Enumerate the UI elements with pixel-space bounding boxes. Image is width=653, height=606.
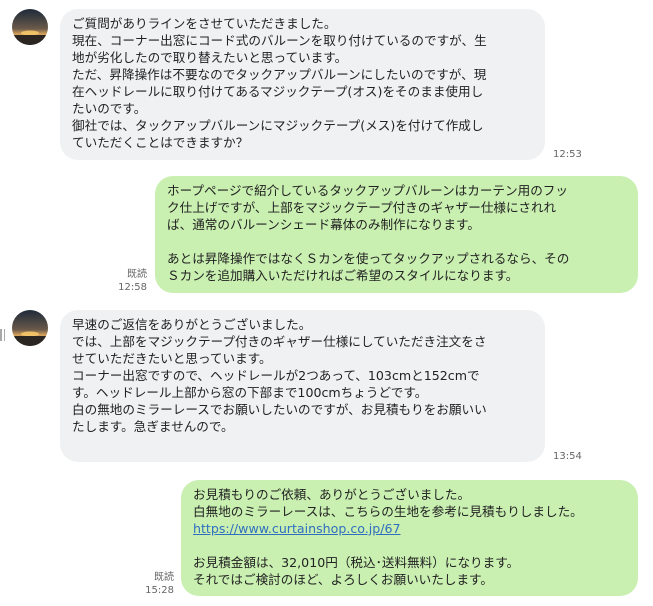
message-bubble[interactable]: 早速のご返信をありがとうございました。 では、上部をマジックテープ付きのギャザー…	[60, 310, 545, 462]
message-line: ご質問がありラインをさせていただきました。	[72, 16, 337, 31]
sender-avatar[interactable]	[12, 9, 48, 45]
message-line: たします。急ぎませんので。	[72, 419, 234, 434]
message-line	[167, 233, 626, 250]
message-line: す。ヘッドレール上部から窓の下部まで100cmちょうどです。	[72, 385, 428, 400]
message-line: お見積もりのご依頼、ありがとうございました。	[193, 487, 471, 502]
message-line: ク仕上げですが、上部をマジックテープ付きのギャザー仕様にされれ	[167, 200, 557, 215]
message-line: ば、通常のバルーンシェード幕体のみ制作になります。	[167, 217, 480, 232]
message-line: 白無地のミラーレースは、こちらの生地を参考に見積もりしました。	[193, 504, 583, 519]
message-line: 地が劣化したので取り替えたいと思っています。	[72, 50, 348, 65]
sunset-avatar-image	[12, 310, 48, 346]
read-receipt: 既読	[154, 572, 174, 583]
read-receipt: 既読	[127, 269, 147, 280]
message-line	[193, 537, 626, 554]
message-line: ただ、昇降操作は不要なのでタックアップバルーンにしたいのですが、現	[72, 67, 487, 82]
message-bubble[interactable]: ホープページで紹介しているタックアップバルーンはカーテン用のフッ ク仕上げですが…	[155, 176, 638, 293]
message-timestamp: 13:54	[553, 451, 582, 462]
sunset-avatar-image	[12, 9, 48, 45]
message-line: Ｓカンを追加購入いただければご希望のスタイルになります。	[167, 268, 519, 283]
sender-avatar[interactable]	[12, 310, 48, 346]
message-timestamp: 12:53	[553, 149, 582, 160]
message-line: それではご検討のほど、よろしくお願いいたします。	[193, 572, 493, 587]
message-line: せていただきたいと思っています。	[72, 351, 272, 366]
message-bubble[interactable]: ご質問がありラインをさせていただきました。 現在、コーナー出窓にコード式のバルー…	[60, 9, 545, 160]
shop-link[interactable]: https://www.curtainshop.co.jp/67	[193, 521, 401, 536]
message-line: ていただくことはできますか？	[72, 135, 249, 150]
message-line: コーナー出窓ですので、ヘッドレールが2つあって、103cmと152cmで	[72, 368, 480, 383]
message-line: お見積金額は、32,010円（税込･送料無料）になります。	[193, 555, 520, 570]
grip-handle-icon[interactable]	[0, 326, 7, 341]
message-line: 御社では、タックアップバルーンにマジックテープ(メス)を付けて作成し	[72, 118, 484, 133]
message-line: 在ヘッドレールに取り付けてあるマジックテープ(オス)をそのまま使用し	[72, 84, 484, 99]
message-timestamp: 15:28	[145, 585, 174, 596]
message-line: 現在、コーナー出窓にコード式のバルーンを取り付けているのですが、生	[72, 33, 487, 48]
message-timestamp: 12:58	[118, 282, 147, 293]
message-bubble[interactable]: お見積もりのご依頼、ありがとうございました。 白無地のミラーレースは、こちらの生…	[181, 480, 638, 596]
message-line: 早速のご返信をありがとうございました。	[72, 317, 312, 332]
message-line: では、上部をマジックテープ付きのギャザー仕様にしていただき注文をさ	[72, 334, 487, 349]
message-line: ホープページで紹介しているタックアップバルーンはカーテン用のフッ	[167, 183, 568, 198]
message-line: たいのです。	[72, 101, 147, 116]
message-line: 白の無地のミラーレースでお願いしたいのですが、お見積もりをお願いい	[72, 402, 487, 417]
message-line: あとは昇降操作ではなくＳカンを使ってタックアップされるなら、その	[167, 251, 570, 266]
